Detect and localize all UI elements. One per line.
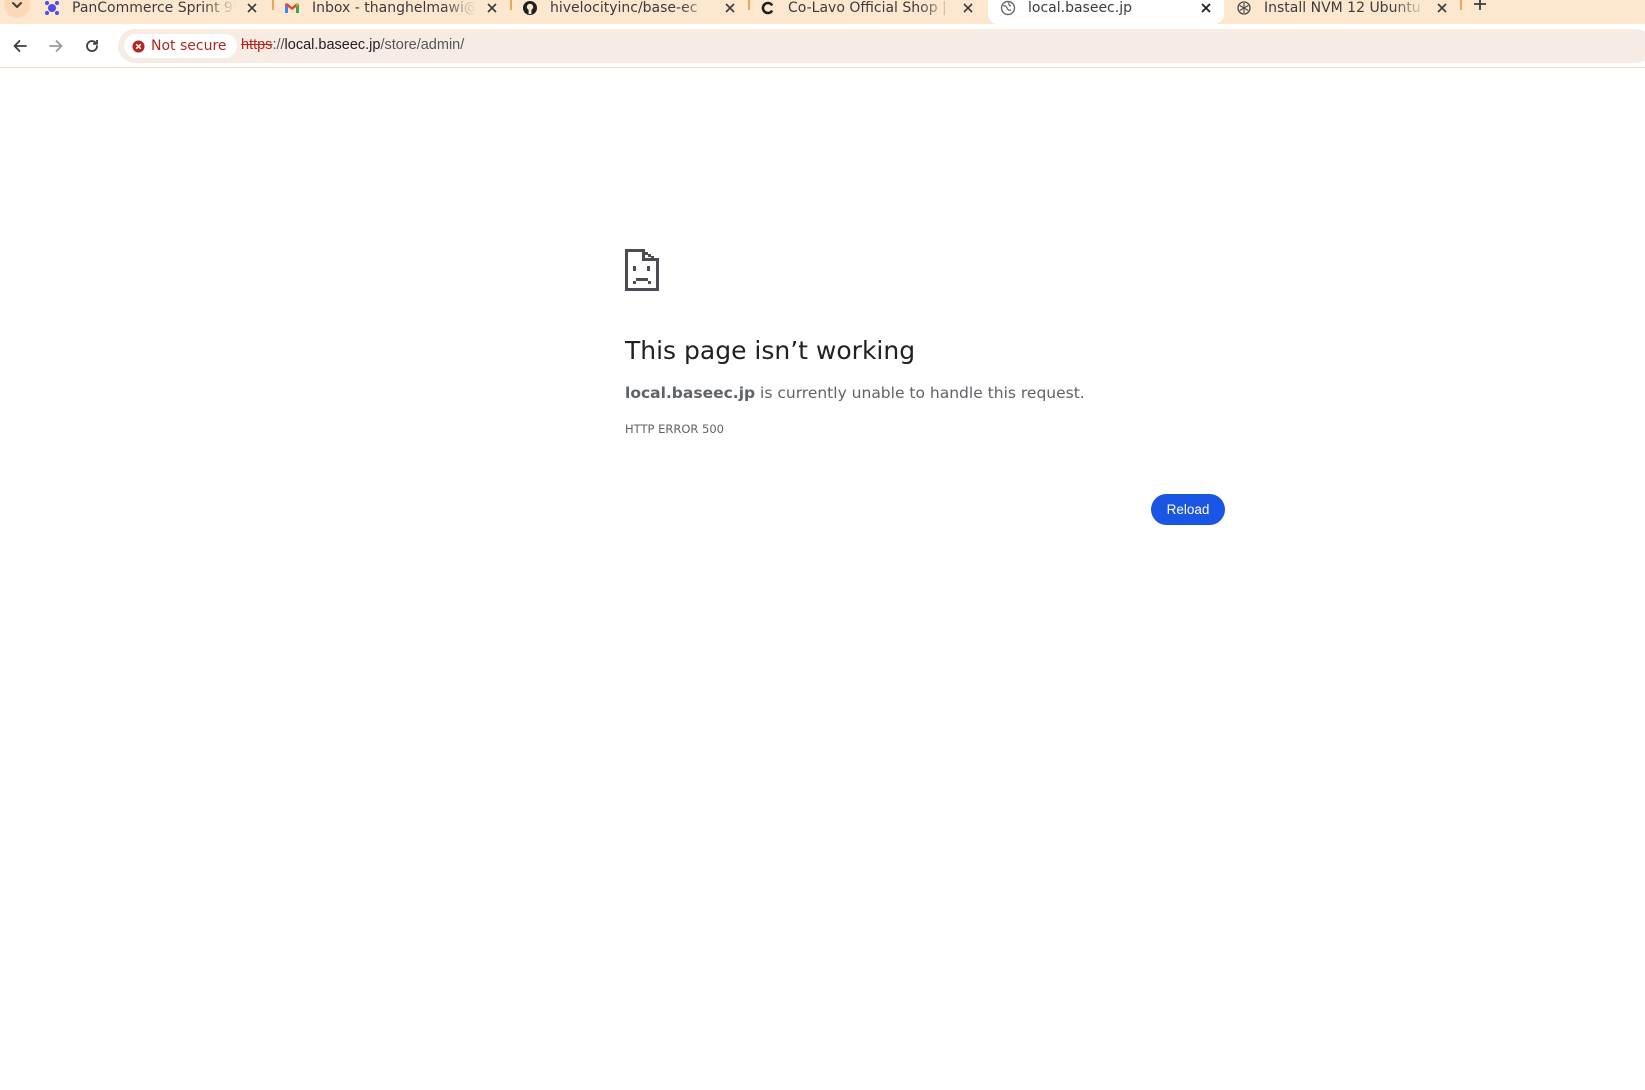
github-icon — [522, 0, 538, 16]
tab-install-nvm[interactable]: Install NVM 12 Ubuntu — [1224, 0, 1460, 24]
tab-title: local.baseec.jp — [1028, 0, 1132, 16]
tab-pancommerce[interactable]: PanCommerce Sprint 99 — [32, 0, 270, 24]
refresh-icon — [86, 40, 98, 52]
error-code: HTTP ERROR 500 — [625, 422, 724, 436]
not-secure-icon — [132, 39, 145, 53]
url-scheme: https — [241, 37, 273, 53]
arrow-left-icon — [13, 40, 27, 52]
colavo-icon — [760, 0, 776, 16]
close-icon[interactable] — [1434, 0, 1450, 16]
chevron-down-icon — [12, 2, 22, 8]
tab-title: Co-Lavo Official Shop | L — [788, 0, 952, 16]
url-host: local.baseec.jp — [284, 37, 381, 53]
tab-local-baseec[interactable]: local.baseec.jp — [988, 0, 1224, 24]
tab-strip: PanCommerce Sprint 99 Inbox - thanghelma… — [0, 0, 1645, 24]
security-chip-label: Not secure — [151, 38, 227, 54]
reload-button[interactable]: Reload — [1151, 494, 1225, 525]
url-text[interactable]: https://local.baseec.jp/store/admin/ — [241, 37, 464, 53]
chatgpt-icon — [1236, 0, 1252, 16]
tab-title: PanCommerce Sprint 99 — [72, 0, 236, 16]
gmail-icon — [284, 0, 300, 16]
tab-colavo[interactable]: Co-Lavo Official Shop | L — [748, 0, 986, 24]
tab-gmail[interactable]: Inbox - thanghelmawi@m — [272, 0, 510, 24]
tab-title: hivelocityinc/base-ec — [550, 0, 698, 16]
error-description: local.baseec.jp is currently unable to h… — [625, 384, 1085, 402]
error-title: This page isn’t working — [625, 336, 916, 365]
tab-title: Inbox - thanghelmawi@m — [312, 0, 476, 16]
close-icon[interactable] — [1198, 0, 1214, 16]
arrow-right-icon — [49, 40, 63, 52]
tab-separator — [1460, 0, 1462, 10]
tab-title: Install NVM 12 Ubuntu — [1264, 0, 1421, 16]
close-icon[interactable] — [484, 0, 500, 16]
tab-search-button[interactable] — [4, 0, 30, 18]
error-content: This page isn’t working local.baseec.jp … — [625, 249, 1225, 436]
sad-page-icon — [625, 249, 659, 291]
new-tab-button[interactable] — [1468, 0, 1492, 16]
error-host: local.baseec.jp — [625, 384, 756, 402]
plus-icon — [1474, 0, 1486, 10]
reload-toolbar-button[interactable] — [76, 30, 108, 62]
close-icon[interactable] — [960, 0, 976, 16]
url-separator: :// — [272, 37, 285, 53]
error-message: is currently unable to handle this reque… — [755, 384, 1085, 402]
pancommerce-icon — [44, 0, 60, 16]
security-chip[interactable]: Not secure — [124, 34, 237, 58]
back-button[interactable] — [4, 30, 36, 62]
forward-button[interactable] — [40, 30, 72, 62]
tab-github[interactable]: hivelocityinc/base-ec — [510, 0, 748, 24]
globe-icon — [1000, 0, 1016, 16]
close-icon[interactable] — [244, 0, 260, 16]
close-icon[interactable] — [722, 0, 738, 16]
browser-toolbar: Not secure https://local.baseec.jp/store… — [0, 24, 1645, 68]
url-path: /store/admin/ — [380, 37, 465, 53]
address-bar[interactable]: Not secure https://local.baseec.jp/store… — [118, 29, 1645, 63]
